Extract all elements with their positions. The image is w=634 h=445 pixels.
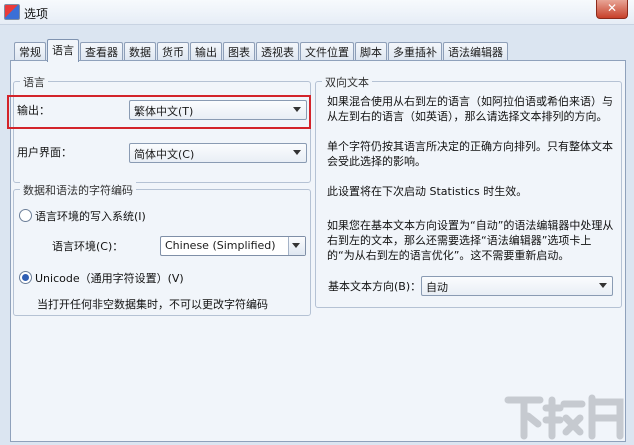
- unicode-radio[interactable]: [19, 271, 32, 284]
- locale-writing-system-label[interactable]: 语言环境的写入系统(I): [35, 208, 146, 224]
- tab-file-locations[interactable]: 文件位置: [300, 42, 354, 62]
- language-group-title: 语言: [20, 74, 48, 90]
- bidi-description-2: 单个字符仍按其语言所决定的正确方向排列。只有整体文本会受此选择的影响。: [327, 140, 613, 168]
- window-title: 选项: [24, 7, 49, 21]
- title-bar[interactable]: 选项 ✕: [0, 0, 634, 25]
- tab-viewer[interactable]: 查看器: [80, 42, 123, 62]
- chevron-down-icon: [292, 243, 300, 248]
- annotation-highlight: [7, 95, 311, 129]
- tab-syntax-editor[interactable]: 语法编辑器: [443, 42, 508, 62]
- bidi-description-3: 此设置将在下次启动 Statistics 时生效。: [327, 185, 528, 198]
- base-direction-value: 自动: [426, 281, 448, 294]
- ui-language-value: 简体中文(C): [134, 148, 195, 161]
- tab-multiple-imputation[interactable]: 多重插补: [388, 42, 442, 62]
- tab-general[interactable]: 常规: [14, 42, 46, 62]
- bidi-text-group-title: 双向文本: [322, 74, 372, 90]
- bidi-description-1: 如果混合使用从右到左的语言（如阿拉伯语或希伯来语）与从左到右的语言（如英语），那…: [327, 95, 613, 123]
- base-direction-label: 基本文本方向(B)：: [328, 280, 422, 293]
- locale-label: 语言环境(C)：: [52, 240, 124, 253]
- options-window: 选项 ✕ 常规 语言 查看器 数据 货币 输出 图表 透视表 文件位置 脚本 多…: [0, 0, 634, 445]
- locale-writing-system-radio[interactable]: [19, 209, 32, 222]
- chevron-down-icon: [293, 150, 301, 155]
- app-icon: [4, 4, 20, 20]
- ui-language-dropdown[interactable]: 简体中文(C): [129, 143, 307, 163]
- close-button[interactable]: ✕: [596, 0, 628, 19]
- tab-output[interactable]: 输出: [190, 42, 222, 62]
- tab-language[interactable]: 语言: [47, 39, 79, 62]
- tab-strip: 常规 语言 查看器 数据 货币 输出 图表 透视表 文件位置 脚本 多重插补 语…: [14, 39, 509, 62]
- watermark-logo: [504, 394, 624, 440]
- bidi-description-4: 如果您在基本文本方向设置为“自动”的语法编辑器中处理从右到左的文本，那么还需要选…: [327, 219, 614, 262]
- tab-charts[interactable]: 图表: [223, 42, 255, 62]
- locale-dropdown[interactable]: Chinese (Simplified): [160, 236, 306, 256]
- ui-language-label: 用户界面：: [17, 146, 72, 159]
- encoding-note: 当打开任何非空数据集时，不可以更改字符编码: [37, 298, 268, 311]
- encoding-group-title: 数据和语法的字符编码: [20, 182, 136, 198]
- tab-scripts[interactable]: 脚本: [355, 42, 387, 62]
- tab-currency[interactable]: 货币: [157, 42, 189, 62]
- tab-data[interactable]: 数据: [124, 42, 156, 62]
- unicode-label[interactable]: Unicode（通用字符设置）(V): [35, 270, 184, 286]
- locale-value: Chinese (Simplified): [165, 239, 276, 252]
- base-direction-dropdown[interactable]: 自动: [421, 276, 613, 296]
- tab-pivot-tables[interactable]: 透视表: [256, 42, 299, 62]
- encoding-group: 数据和语法的字符编码 语言环境的写入系统(I) 语言环境(C)： Chinese…: [13, 182, 311, 316]
- chevron-down-icon: [599, 283, 607, 288]
